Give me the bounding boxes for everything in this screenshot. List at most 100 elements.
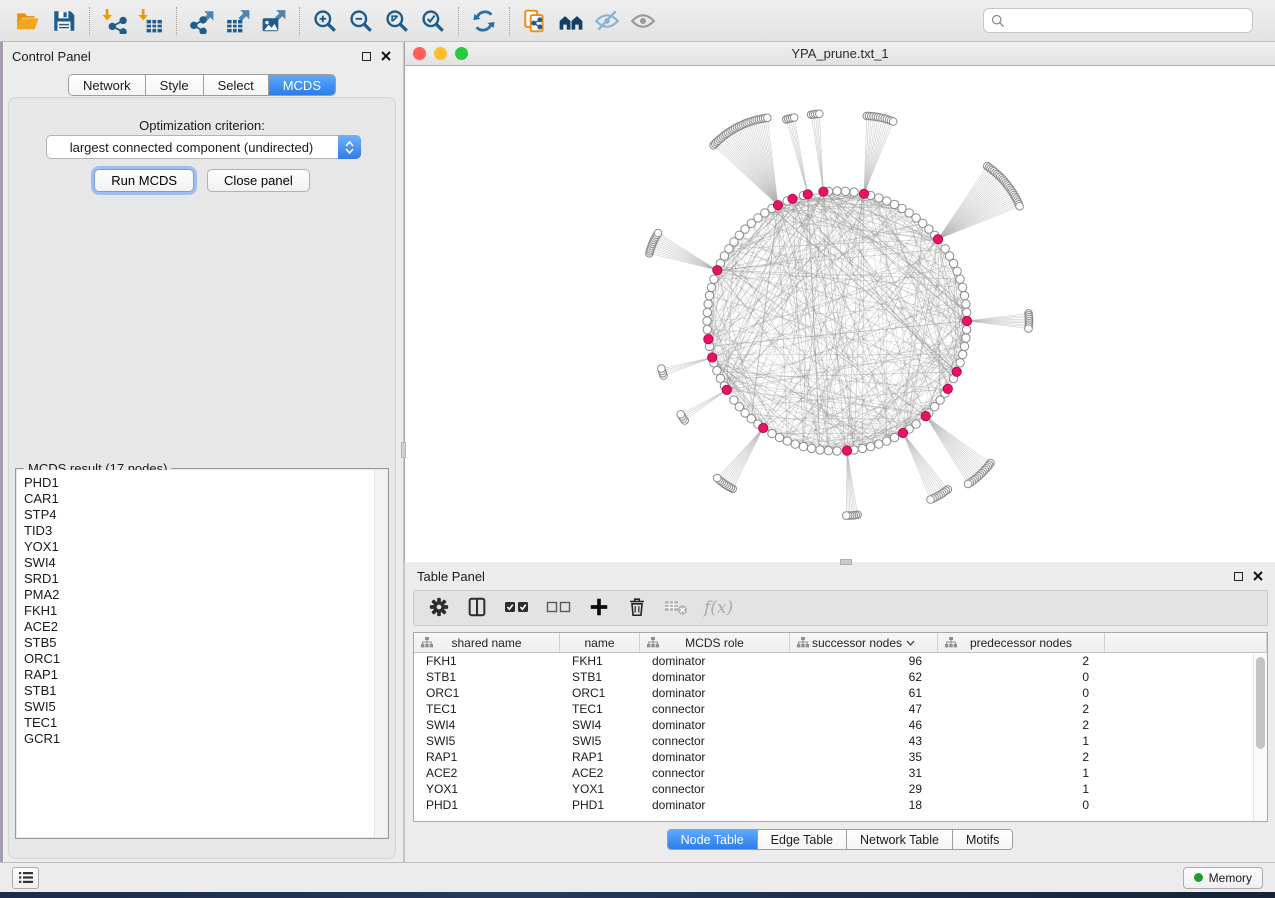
table-tab-network-table[interactable]: Network Table — [847, 830, 953, 849]
mcds-result-item[interactable]: SWI4 — [24, 555, 387, 571]
mcds-result-item[interactable]: RAP1 — [24, 667, 387, 683]
graph-node[interactable] — [677, 411, 685, 419]
table-cell[interactable]: ACE2 — [560, 765, 640, 781]
table-row[interactable]: SWI5SWI5connector431 — [414, 733, 1267, 749]
delete-column-icon[interactable] — [664, 597, 688, 620]
graph-node[interactable] — [704, 300, 712, 308]
tab-network[interactable]: Network — [69, 75, 146, 95]
column-header-predecessor-nodes[interactable]: predecessor nodes — [938, 633, 1105, 652]
table-cell[interactable]: 46 — [790, 717, 938, 733]
export-network-icon[interactable] — [184, 5, 220, 37]
graph-node[interactable] — [960, 291, 968, 299]
table-row[interactable]: RAP1RAP1dominator352 — [414, 749, 1267, 765]
hide-selected-icon[interactable] — [589, 5, 625, 37]
graph-node[interactable] — [816, 110, 824, 118]
mcds-result-item[interactable]: STB5 — [24, 635, 387, 651]
graph-node[interactable] — [713, 474, 721, 482]
table-row[interactable]: SWI4SWI4dominator462 — [414, 717, 1267, 733]
zoom-fit-icon[interactable] — [379, 5, 415, 37]
graph-node[interactable] — [799, 442, 807, 450]
table-cell[interactable]: ACE2 — [414, 765, 560, 781]
mcds-graph-node[interactable] — [943, 384, 952, 393]
mcds-result-item[interactable]: TEC1 — [24, 715, 387, 731]
save-session-icon[interactable] — [46, 5, 82, 37]
graph-node[interactable] — [875, 440, 883, 448]
graph-node[interactable] — [807, 444, 815, 452]
graph-node[interactable] — [858, 444, 866, 452]
table-cell[interactable]: ORC1 — [414, 685, 560, 701]
memory-button[interactable]: Memory — [1183, 867, 1263, 889]
graph-node[interactable] — [958, 283, 966, 291]
graph-node[interactable] — [956, 275, 964, 283]
float-panel-icon[interactable] — [362, 52, 371, 61]
graph-node[interactable] — [783, 437, 791, 445]
table-tab-motifs[interactable]: Motifs — [953, 830, 1012, 849]
graph-node[interactable] — [703, 317, 711, 325]
table-tab-edge-table[interactable]: Edge Table — [758, 830, 847, 849]
table-cell[interactable]: 1 — [938, 765, 1105, 781]
graph-node[interactable] — [956, 359, 964, 367]
table-cell[interactable]: SWI5 — [560, 733, 640, 749]
table-row[interactable]: FKH1FKH1dominator962 — [414, 653, 1267, 669]
column-header-name[interactable]: name — [560, 633, 640, 652]
table-cell[interactable]: FKH1 — [414, 653, 560, 669]
column-header-successor-nodes[interactable]: successor nodes — [790, 633, 938, 652]
mcds-graph-node[interactable] — [898, 428, 907, 437]
column-header-MCDS-role[interactable]: MCDS role — [640, 633, 790, 652]
graph-node[interactable] — [850, 188, 858, 196]
table-scrollbar-thumb[interactable] — [1256, 657, 1265, 749]
graph-node[interactable] — [875, 194, 883, 202]
table-cell[interactable]: 1 — [938, 781, 1105, 797]
tab-select[interactable]: Select — [204, 75, 269, 95]
table-cell[interactable]: YOX1 — [414, 781, 560, 797]
table-cell[interactable]: dominator — [640, 797, 790, 813]
table-cell[interactable]: 96 — [790, 653, 938, 669]
export-image-icon[interactable] — [256, 5, 292, 37]
mcds-result-item[interactable]: FKH1 — [24, 603, 387, 619]
graph-node[interactable] — [883, 197, 891, 205]
table-cell[interactable]: 43 — [790, 733, 938, 749]
graph-node[interactable] — [833, 187, 841, 195]
mcds-graph-node[interactable] — [842, 446, 851, 455]
table-cell[interactable]: 31 — [790, 765, 938, 781]
table-cell[interactable]: 62 — [790, 669, 938, 685]
table-cell[interactable]: SWI5 — [414, 733, 560, 749]
mcds-graph-node[interactable] — [788, 194, 797, 203]
table-cell[interactable]: 47 — [790, 701, 938, 717]
mcds-result-item[interactable]: ACE2 — [24, 619, 387, 635]
task-history-button[interactable] — [12, 867, 39, 889]
mcds-graph-node[interactable] — [704, 335, 713, 344]
select-all-icon[interactable] — [504, 598, 530, 619]
table-cell[interactable]: 2 — [938, 701, 1105, 717]
mcds-graph-node[interactable] — [803, 190, 812, 199]
close-panel-button[interactable]: Close panel — [207, 169, 310, 192]
graph-node[interactable] — [705, 291, 713, 299]
import-network-icon[interactable] — [97, 5, 133, 37]
network-canvas[interactable] — [405, 66, 1274, 561]
tab-style[interactable]: Style — [146, 75, 204, 95]
graph-node[interactable] — [963, 308, 971, 316]
close-panel-icon[interactable] — [381, 51, 391, 61]
graph-node[interactable] — [764, 114, 772, 122]
mcds-result-item[interactable]: TID3 — [24, 523, 387, 539]
mcds-result-item[interactable]: STP4 — [24, 507, 387, 523]
graph-node[interactable] — [962, 334, 970, 342]
import-table-icon[interactable] — [133, 5, 169, 37]
table-cell[interactable]: STB1 — [560, 669, 640, 685]
table-cell[interactable]: TEC1 — [560, 701, 640, 717]
graph-node[interactable] — [654, 229, 662, 237]
table-cell[interactable]: 61 — [790, 685, 938, 701]
graph-node[interactable] — [963, 325, 971, 333]
mcds-graph-node[interactable] — [921, 412, 930, 421]
table-cell[interactable]: FKH1 — [560, 653, 640, 669]
mcds-result-item[interactable]: CAR1 — [24, 491, 387, 507]
open-session-icon[interactable] — [10, 5, 46, 37]
table-cell[interactable]: 0 — [938, 669, 1105, 685]
mcds-result-item[interactable]: SWI5 — [24, 699, 387, 715]
table-cell[interactable]: 18 — [790, 797, 938, 813]
delete-row-icon[interactable] — [626, 596, 648, 621]
graph-node[interactable] — [890, 433, 898, 441]
search-field[interactable] — [983, 8, 1253, 33]
vertical-splitter-handle[interactable] — [401, 442, 406, 458]
mcds-result-item[interactable]: PMA2 — [24, 587, 387, 603]
